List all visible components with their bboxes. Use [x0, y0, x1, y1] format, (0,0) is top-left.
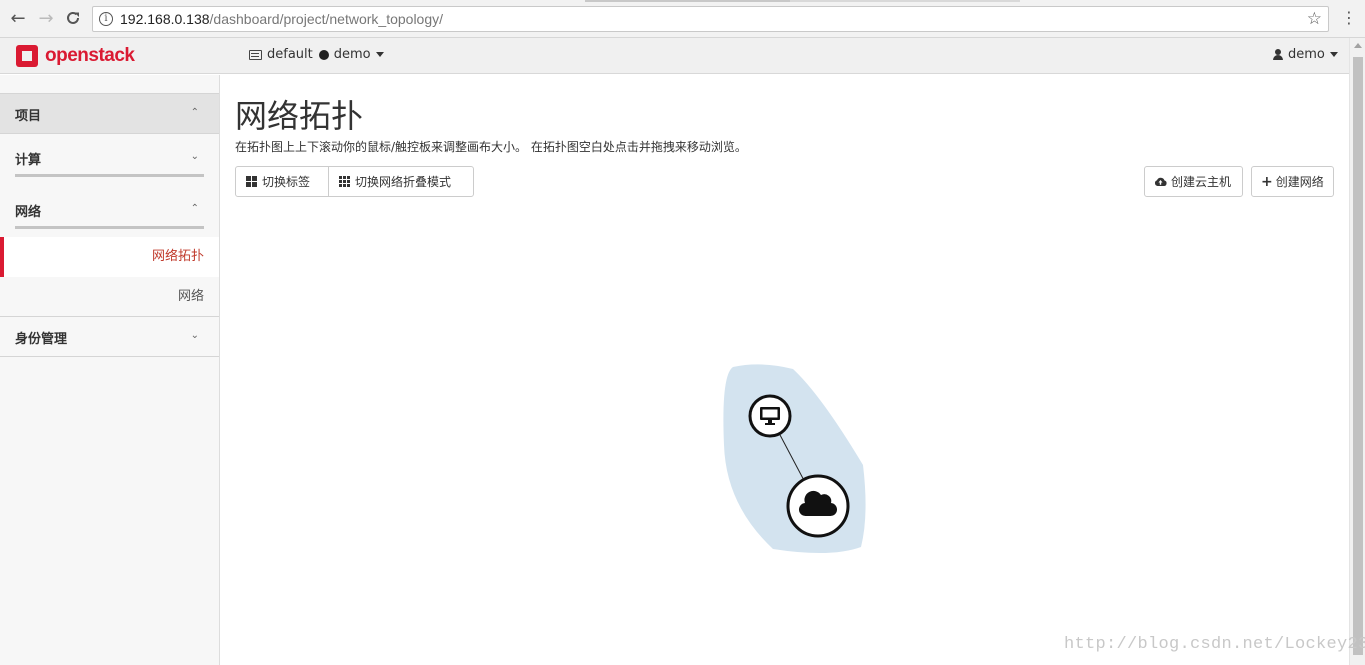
address-bar[interactable]: i 192.168.0.138/dashboard/project/networ… — [92, 6, 1329, 32]
bookmark-star-icon[interactable]: ☆ — [1307, 9, 1322, 29]
back-icon[interactable]: ← — [8, 9, 28, 29]
domain-label: default — [267, 47, 313, 62]
sidebar-section-identity[interactable]: 身份管理 ⌄ — [0, 317, 219, 357]
reload-icon[interactable] — [63, 9, 83, 29]
caret-down-icon — [375, 52, 384, 57]
page-scrollbar[interactable] — [1349, 38, 1365, 665]
user-menu[interactable]: demo — [1273, 47, 1338, 62]
brand-text: openstack — [45, 45, 135, 66]
topology-canvas[interactable] — [221, 75, 1349, 665]
top-navbar: openstack default demo demo — [0, 38, 1365, 74]
sidebar-section-network[interactable]: 网络 ⌃ — [0, 186, 219, 231]
chevron-up-icon: ⌃ — [190, 107, 199, 118]
external-network-node[interactable] — [786, 474, 850, 538]
chevron-down-icon: ⌄ — [190, 151, 199, 162]
sidebar-section-label: 身份管理 — [15, 332, 68, 347]
section-divider — [15, 226, 204, 229]
sidebar-section-label: 网络 — [15, 205, 42, 220]
sidebar-section-label: 计算 — [15, 153, 42, 168]
user-label: demo — [1288, 47, 1325, 62]
sidebar-section-compute[interactable]: 计算 ⌄ — [0, 134, 219, 179]
scroll-up-arrow-icon[interactable] — [1354, 43, 1362, 48]
project-selector[interactable]: default demo — [249, 47, 384, 62]
sidebar-item-networks[interactable]: 网络 — [0, 277, 219, 317]
section-divider — [15, 174, 204, 177]
watermark: http://blog.csdn.net/Lockey23 — [1064, 635, 1365, 654]
forward-icon[interactable]: → — [36, 9, 56, 29]
openstack-logo-icon — [16, 45, 38, 67]
domain-icon — [249, 49, 262, 60]
project-label: demo — [333, 47, 371, 62]
main-content: 网络拓扑 在拓扑图上上下滚动你的鼠标/触控板来调整画布大小。 在拓扑图空白处点击… — [221, 75, 1349, 665]
browser-tab-edge — [585, 0, 790, 2]
chevron-up-icon: ⌃ — [190, 203, 199, 214]
instance-node[interactable] — [748, 394, 792, 438]
url-text: 192.168.0.138/dashboard/project/network_… — [120, 11, 444, 27]
sidebar: 项目 ⌃ 计算 ⌄ 网络 ⌃ 网络拓扑 网络 身份管理 ⌄ — [0, 75, 220, 665]
user-icon — [1273, 49, 1283, 60]
browser-toolbar: ← → i 192.168.0.138/dashboard/project/ne… — [0, 0, 1365, 38]
info-icon[interactable]: i — [99, 12, 113, 26]
project-dot-icon — [318, 49, 329, 60]
caret-down-icon — [1329, 52, 1338, 57]
scroll-thumb[interactable] — [1353, 57, 1363, 655]
sidebar-section-project[interactable]: 项目 ⌃ — [0, 93, 219, 134]
browser-menu-icon[interactable]: ⋮ — [1341, 8, 1357, 28]
sidebar-item-network-topology[interactable]: 网络拓扑 — [0, 237, 219, 277]
chevron-down-icon: ⌄ — [190, 330, 199, 341]
browser-tab-edge — [790, 0, 1020, 2]
sidebar-section-label: 项目 — [15, 109, 42, 124]
openstack-logo[interactable]: openstack — [16, 44, 135, 68]
